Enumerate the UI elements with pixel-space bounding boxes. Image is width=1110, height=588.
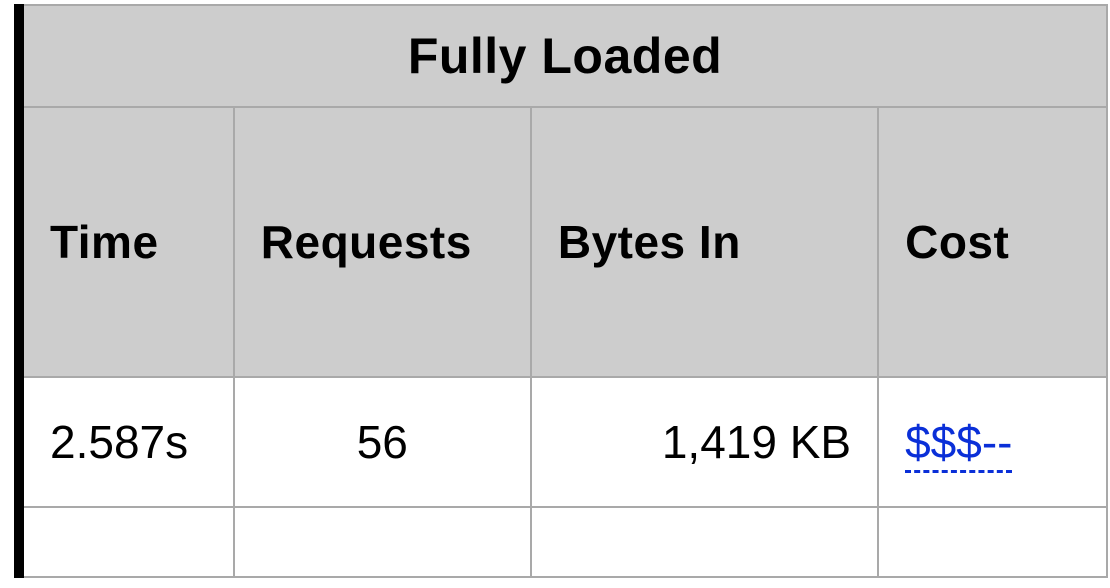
cell-empty [19, 507, 234, 577]
cell-bytes: 1,419 KB [531, 377, 878, 507]
table-row: 2.587s 56 1,419 KB $$$-- [19, 377, 1107, 507]
table-row [19, 507, 1107, 577]
cell-empty [531, 507, 878, 577]
cell-time: 2.587s [19, 377, 234, 507]
cell-empty [234, 507, 531, 577]
cell-requests: 56 [234, 377, 531, 507]
col-header-bytes: Bytes In [531, 107, 878, 377]
cell-empty [878, 507, 1107, 577]
table-title: Fully Loaded [19, 5, 1107, 107]
fully-loaded-table: Fully Loaded Time Requests Bytes In Cost… [14, 4, 1108, 578]
col-header-cost: Cost [878, 107, 1107, 377]
col-header-requests: Requests [234, 107, 531, 377]
cost-link[interactable]: $$$-- [905, 416, 1012, 473]
col-header-time: Time [19, 107, 234, 377]
cell-cost: $$$-- [878, 377, 1107, 507]
fully-loaded-table-wrap: Fully Loaded Time Requests Bytes In Cost… [0, 0, 1110, 588]
